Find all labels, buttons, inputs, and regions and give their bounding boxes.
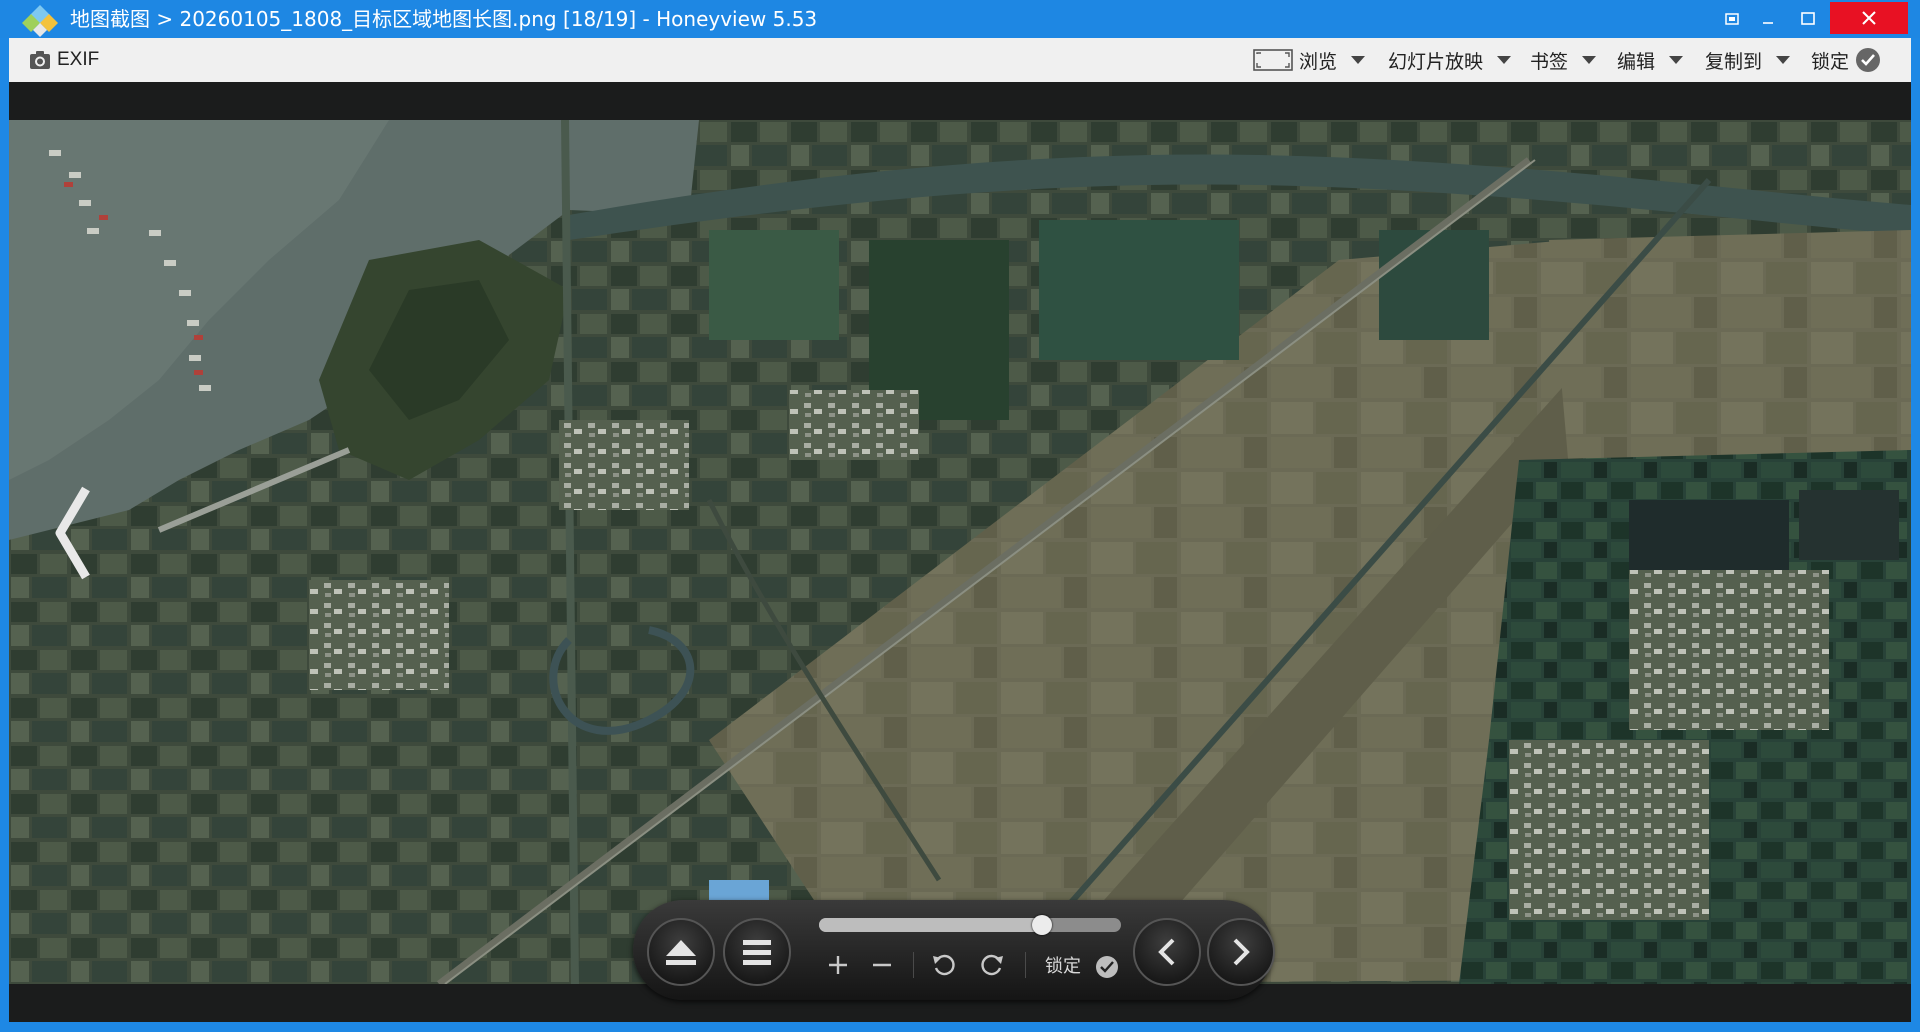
exif-label: EXIF	[57, 49, 100, 70]
previous-button[interactable]	[1133, 918, 1201, 986]
map-image	[9, 120, 1911, 984]
zoom-slider[interactable]	[819, 915, 1121, 935]
separator	[913, 952, 914, 978]
chevron-right-icon	[1233, 938, 1250, 966]
browse-label: 浏览	[1299, 51, 1338, 73]
chevron-left-icon	[1158, 938, 1175, 966]
browse-menu[interactable]: 浏览	[1253, 38, 1366, 82]
copy-to-label: 复制到	[1705, 51, 1763, 73]
chevron-left-icon	[55, 486, 90, 580]
window-title: 地图截图 > 20260105_1808_目标区域地图长图.png [18/19…	[70, 7, 818, 31]
plus-icon	[829, 956, 847, 974]
chevron-down-icon	[1669, 56, 1684, 64]
bookmark-menu[interactable]: 书签	[1530, 38, 1597, 82]
control-lock-toggle[interactable]: 锁定	[1045, 952, 1119, 979]
title-bar[interactable]: 地图截图 > 20260105_1808_目标区域地图长图.png [18/19…	[0, 0, 1920, 38]
edit-menu[interactable]: 编辑	[1617, 38, 1684, 82]
playback-control-bar: 锁定	[633, 900, 1275, 1000]
previous-image-arrow[interactable]	[47, 468, 97, 598]
copy-to-menu[interactable]: 复制到	[1705, 38, 1791, 82]
bookmark-label: 书签	[1530, 51, 1569, 73]
maximize-button[interactable]	[1788, 0, 1828, 38]
zoom-in-button[interactable]	[821, 948, 855, 982]
close-icon	[1862, 11, 1876, 25]
zoom-slider-fill	[819, 918, 1043, 932]
lock-label: 锁定	[1811, 51, 1850, 73]
edit-label: 编辑	[1617, 51, 1656, 73]
check-circle-icon	[1095, 956, 1118, 978]
exif-button[interactable]: EXIF	[29, 38, 99, 82]
close-button[interactable]	[1830, 2, 1908, 34]
satellite-map-picture	[9, 120, 1911, 984]
slideshow-menu[interactable]: 幻灯片放映	[1388, 38, 1512, 82]
rotate-left-button[interactable]	[927, 948, 961, 982]
menu-icon	[743, 940, 771, 965]
rotate-right-icon	[981, 954, 1003, 976]
zoom-slider-thumb[interactable]	[1032, 915, 1053, 935]
chevron-down-icon	[1582, 56, 1597, 64]
rotate-left-icon	[933, 954, 955, 976]
chevron-down-icon	[1497, 56, 1512, 64]
eject-button[interactable]	[647, 918, 715, 986]
zoom-out-button[interactable]	[865, 948, 899, 982]
eject-icon	[666, 940, 696, 965]
chevron-down-icon	[1776, 56, 1791, 64]
minus-icon	[873, 963, 891, 967]
fullscreen-button[interactable]	[1712, 0, 1752, 38]
check-circle-icon	[1856, 48, 1881, 72]
toolbar: EXIF 浏览 幻灯片放映 书签 编辑 复制到 锁定	[9, 38, 1911, 82]
minimize-button[interactable]	[1748, 0, 1788, 38]
separator	[1025, 952, 1026, 978]
image-viewer[interactable]: 锁定	[9, 82, 1911, 1022]
honeyview-logo-icon[interactable]	[20, 3, 60, 37]
next-button[interactable]	[1207, 918, 1275, 986]
maximize-icon	[1801, 12, 1815, 25]
control-lock-label: 锁定	[1045, 956, 1081, 977]
menu-button[interactable]	[723, 918, 791, 986]
fullscreen-icon	[1725, 13, 1739, 25]
slideshow-label: 幻灯片放映	[1388, 51, 1484, 73]
lock-toggle[interactable]: 锁定	[1811, 38, 1881, 82]
frame-icon	[1253, 49, 1293, 71]
minimize-icon	[1763, 22, 1773, 24]
chevron-down-icon	[1351, 56, 1366, 64]
camera-icon	[30, 51, 50, 69]
rotate-right-button[interactable]	[975, 948, 1009, 982]
